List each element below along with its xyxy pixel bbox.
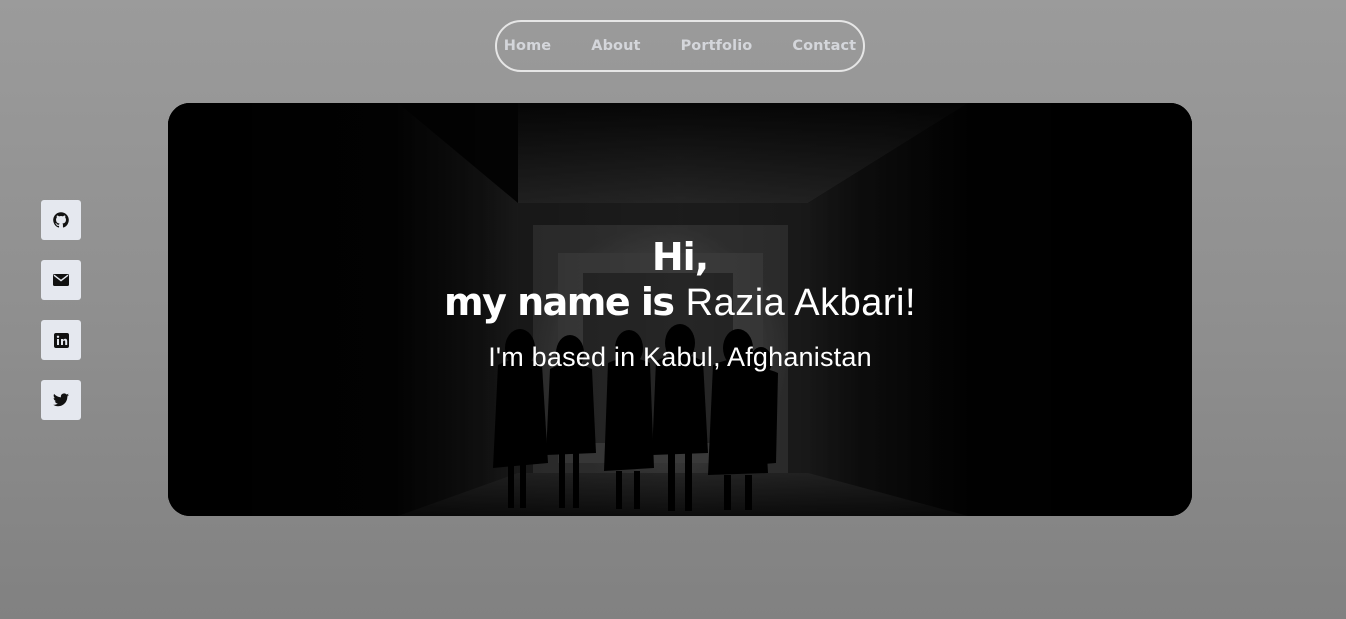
- hero-banner: Hi, my name is Razia Akbari! I'm based i…: [168, 103, 1192, 516]
- nav-contact-link[interactable]: Contact: [792, 38, 856, 54]
- github-icon: [53, 212, 69, 228]
- nav-home-link[interactable]: Home: [504, 38, 551, 54]
- github-button[interactable]: [41, 200, 81, 240]
- hero-name: Razia Akbari!: [685, 282, 917, 324]
- social-sidebar: [41, 200, 81, 420]
- nav-portfolio-link[interactable]: Portfolio: [681, 38, 753, 54]
- nav-about-link[interactable]: About: [591, 38, 640, 54]
- email-button[interactable]: [41, 260, 81, 300]
- twitter-icon: [53, 393, 69, 407]
- linkedin-icon: [53, 332, 69, 348]
- top-nav: Home About Portfolio Contact: [495, 20, 865, 72]
- hero-text-block: Hi, my name is Razia Akbari! I'm based i…: [168, 235, 1192, 373]
- hero-name-prefix: my name is: [443, 280, 675, 324]
- linkedin-button[interactable]: [41, 320, 81, 360]
- hero-name-line: my name is Razia Akbari!: [168, 279, 1192, 326]
- envelope-icon: [53, 274, 69, 286]
- twitter-button[interactable]: [41, 380, 81, 420]
- hero-location: I'm based in Kabul, Afghanistan: [488, 342, 872, 372]
- hero-greeting: Hi,: [651, 235, 709, 279]
